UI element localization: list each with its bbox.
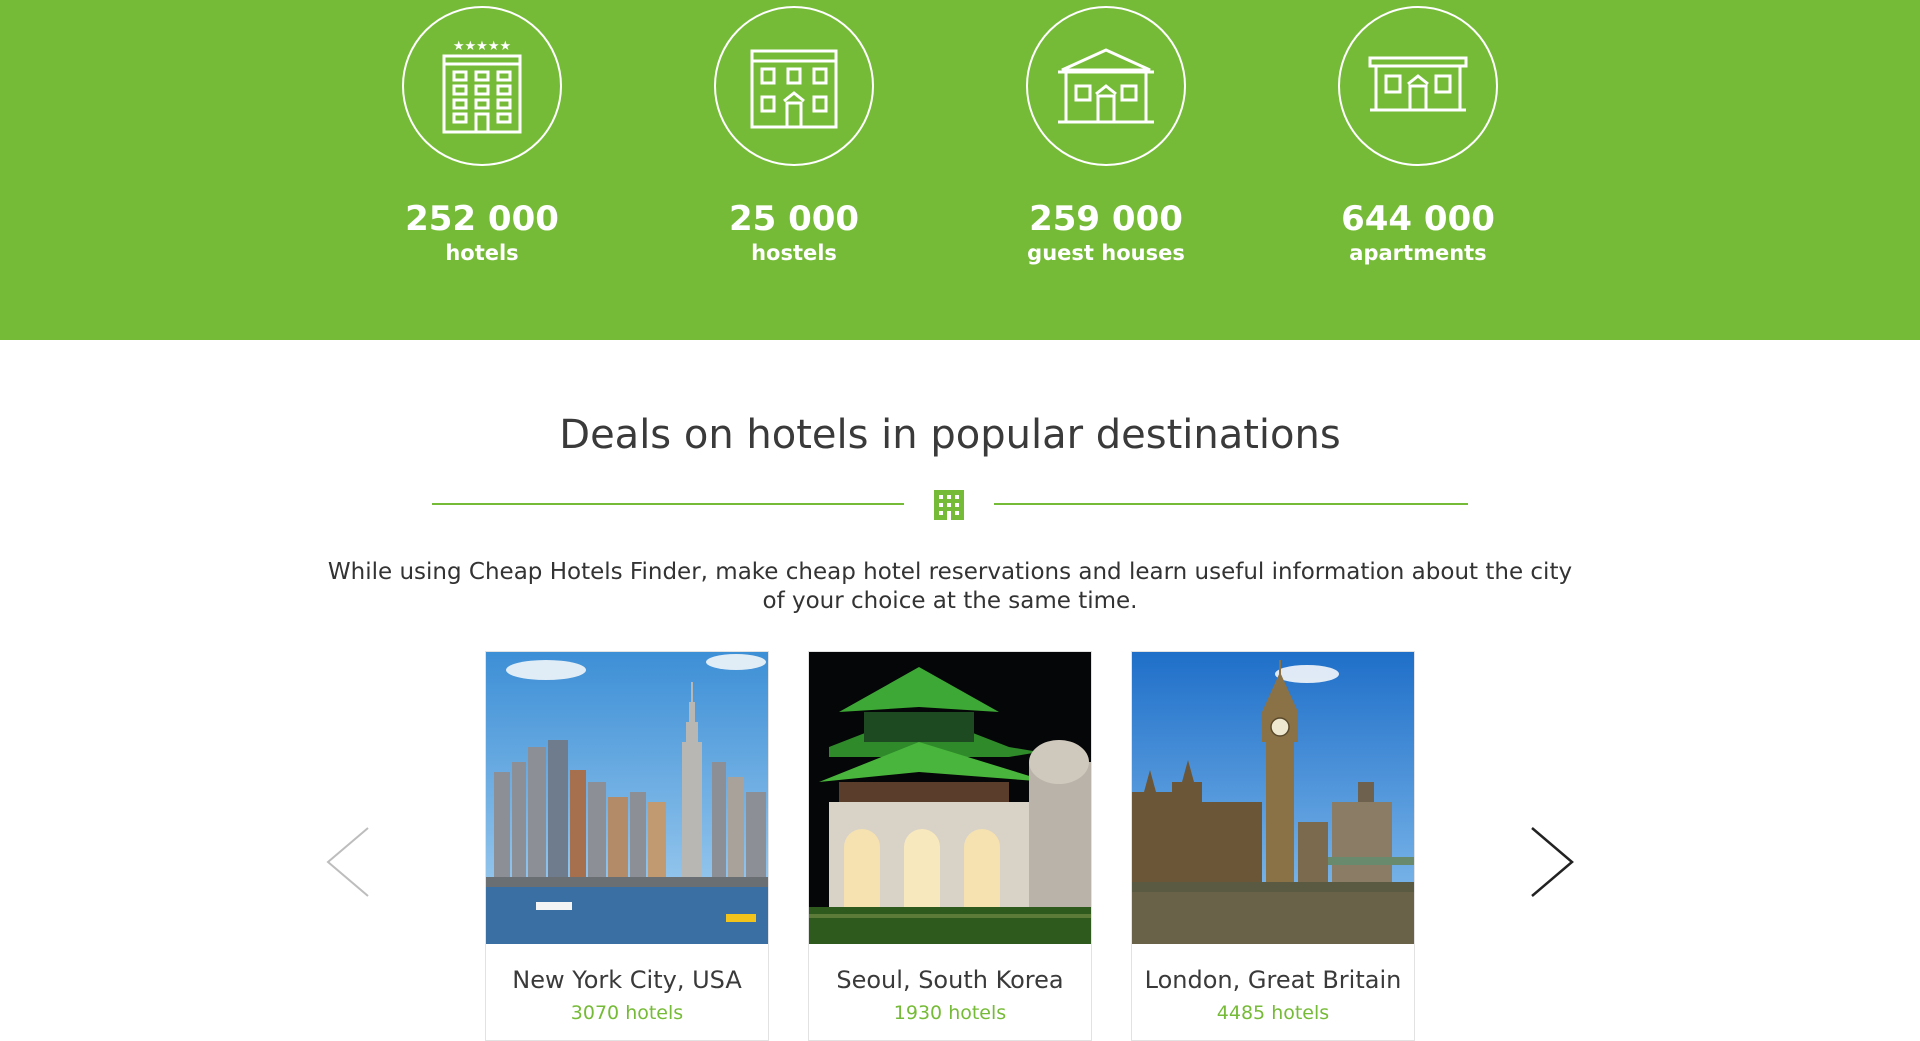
hostel-building-icon — [750, 49, 838, 129]
divider-line-right — [994, 503, 1468, 505]
hotel-count: 3070 hotels — [570, 1002, 684, 1024]
hotel-building-icon: ★★★★★ — [442, 39, 522, 134]
svg-text:★★★★★: ★★★★★ — [453, 39, 511, 54]
stat-hotels: ★★★★★ 252 000 hotels — [352, 6, 612, 266]
stat-circle — [714, 6, 874, 166]
stat-hostels: 25 000 hostels — [664, 6, 924, 266]
stat-value: 644 000 — [1341, 199, 1495, 239]
stat-value: 259 000 — [1029, 199, 1183, 239]
guest-house-icon — [1058, 48, 1154, 124]
stat-value: 25 000 — [728, 199, 860, 239]
chevron-left-icon[interactable] — [318, 822, 378, 902]
chevron-right-icon[interactable] — [1522, 822, 1582, 902]
divider-line-left — [432, 503, 904, 505]
stat-label: apartments — [1349, 241, 1487, 265]
stat-value: 252 000 — [405, 199, 559, 239]
stat-label: hostels — [751, 241, 837, 265]
stat-label: hotels — [445, 241, 519, 265]
building-icon — [934, 490, 964, 520]
stat-label: guest houses — [1027, 241, 1185, 265]
seoul-palace-gate-photo — [809, 652, 1091, 944]
destination-name[interactable]: Seoul, South Korea — [809, 966, 1091, 994]
section-title: Deals on hotels in popular destinations — [559, 412, 1341, 458]
stat-guest-houses: 259 000 guest houses — [976, 6, 1236, 266]
new-york-skyline-photo — [486, 652, 768, 944]
stats-band: ★★★★★ 252 000 hotels 25 000 hostels 259 … — [0, 0, 1920, 340]
hotel-count: 1930 hotels — [893, 1002, 1007, 1024]
destination-name[interactable]: London, Great Britain — [1132, 966, 1414, 994]
stat-circle — [1338, 6, 1498, 166]
stat-apartments: 644 000 apartments — [1288, 6, 1548, 266]
destination-name[interactable]: New York City, USA — [486, 966, 768, 994]
hotel-count: 4485 hotels — [1216, 1002, 1330, 1024]
stat-circle — [1026, 6, 1186, 166]
stat-circle: ★★★★★ — [402, 6, 562, 166]
apartment-icon — [1368, 56, 1468, 112]
destination-card-seoul[interactable]: Seoul, South Korea 1930 hotels — [808, 651, 1092, 1041]
intro-text: While using Cheap Hotels Finder, make ch… — [327, 559, 1573, 614]
london-big-ben-photo — [1132, 652, 1414, 944]
destination-card-london[interactable]: London, Great Britain 4485 hotels — [1131, 651, 1415, 1041]
destination-card-new-york[interactable]: New York City, USA 3070 hotels — [485, 651, 769, 1041]
